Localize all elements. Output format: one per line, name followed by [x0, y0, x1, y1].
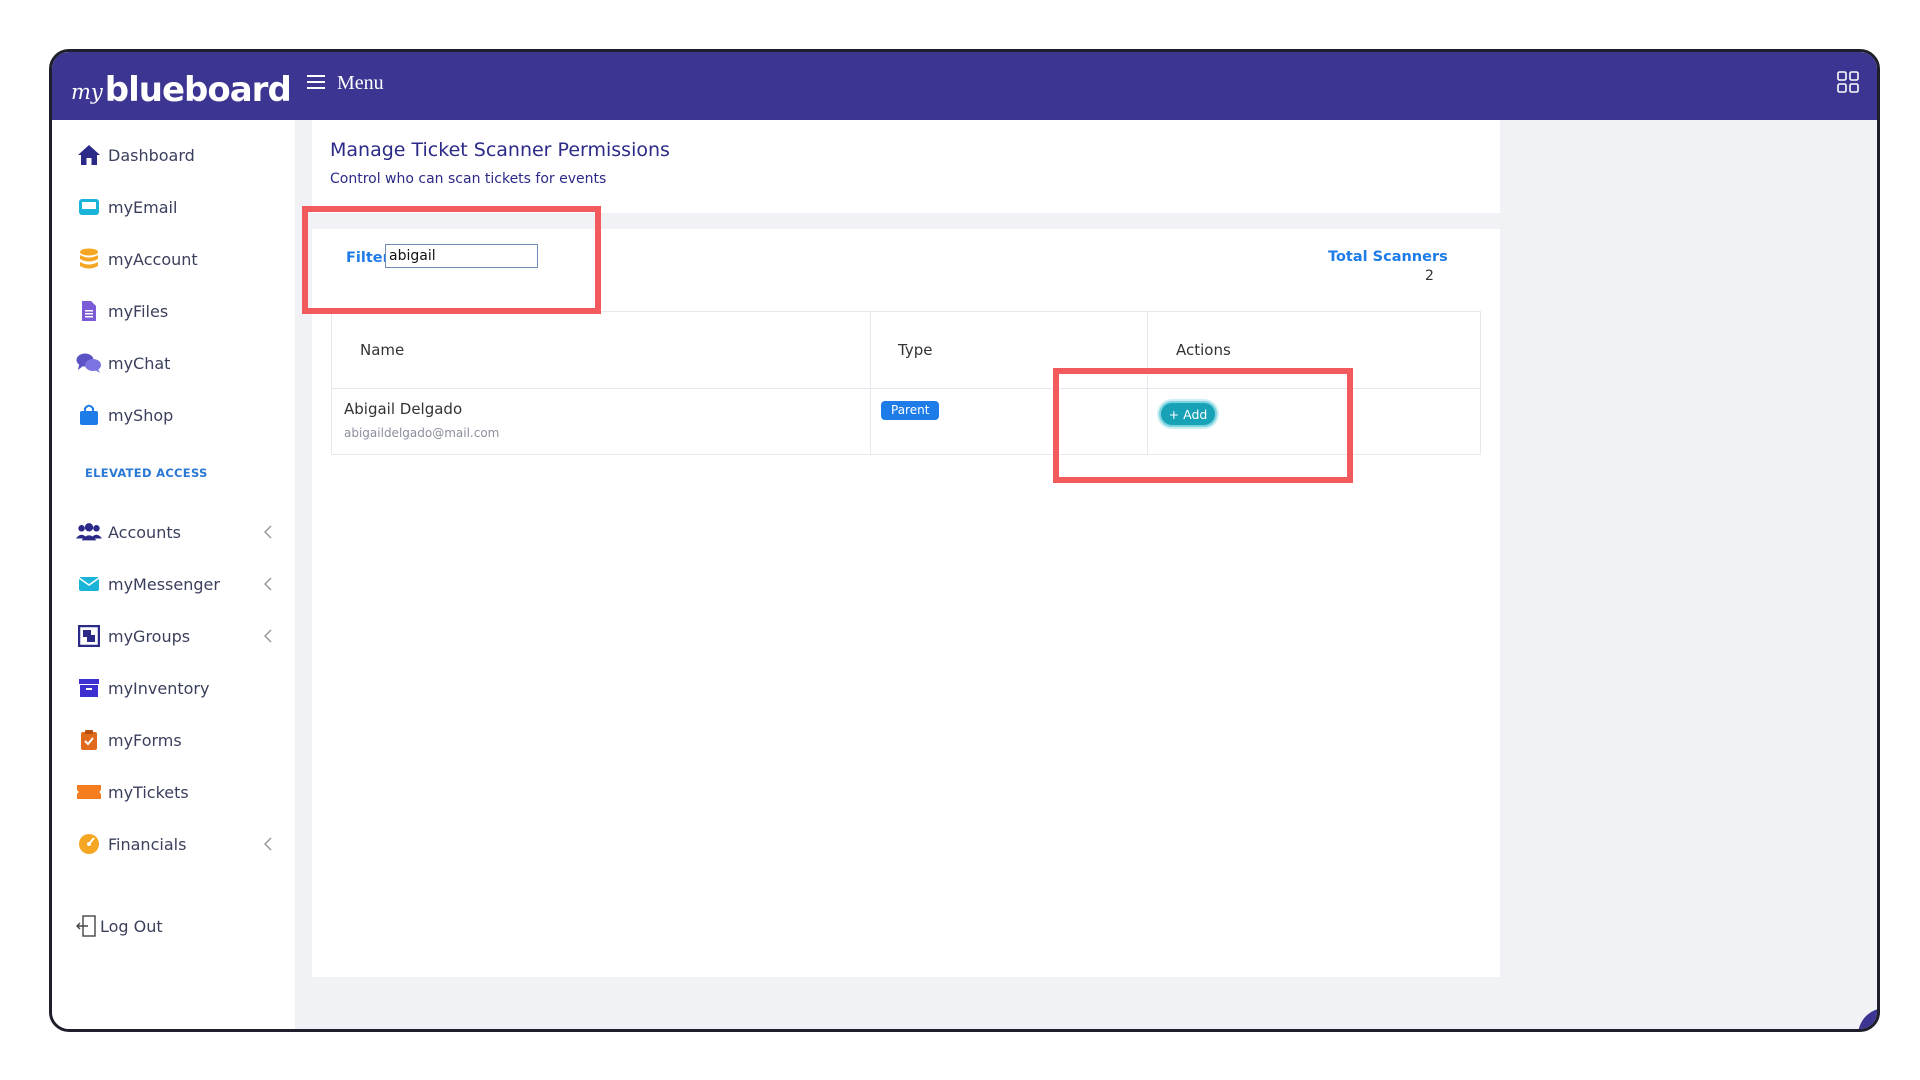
logout-label: Log Out: [100, 916, 163, 936]
groups-icon: [76, 624, 102, 648]
chevron-left-icon: [263, 628, 272, 647]
logout-icon: [76, 914, 98, 938]
total-scanners-label: Total Scanners: [1328, 249, 1448, 265]
menu-button[interactable]: Menu: [307, 72, 384, 95]
logout-button[interactable]: Log Out: [76, 911, 276, 941]
archive-icon: [76, 676, 102, 700]
inbox-icon: [76, 195, 102, 219]
sidebar-item-financials[interactable]: Financials: [76, 829, 276, 859]
page-header-panel: [312, 120, 1500, 213]
row-name: Abigail Delgado: [344, 400, 463, 418]
filter-label: Filter: [346, 250, 390, 266]
sidebar-item-label: myFiles: [108, 301, 169, 321]
sidebar-item-label: Accounts: [108, 522, 181, 542]
settings-fab[interactable]: [1858, 1008, 1881, 1033]
total-scanners-value: 2: [1425, 268, 1434, 284]
type-badge: Parent: [881, 401, 940, 420]
column-header-actions: Actions: [1176, 341, 1231, 359]
gauge-icon: [76, 832, 102, 856]
chat-icon: [76, 351, 102, 375]
sidebar-item-myaccount[interactable]: myAccount: [76, 244, 276, 274]
file-icon: [76, 299, 102, 323]
sidebar-item-mymessenger[interactable]: myMessenger: [76, 569, 276, 599]
sidebar-item-mygroups[interactable]: myGroups: [76, 621, 276, 651]
menu-label: Menu: [337, 72, 384, 94]
sidebar-item-myinventory[interactable]: myInventory: [76, 673, 276, 703]
shopping-bag-icon: [76, 403, 102, 427]
sidebar-item-label: myInventory: [108, 678, 210, 698]
sidebar-item-label: Financials: [108, 834, 187, 854]
chevron-left-icon: [263, 576, 272, 595]
sidebar-item-label: myChat: [108, 353, 171, 373]
sidebar-item-label: myAccount: [108, 249, 198, 269]
sidebar-item-label: myTickets: [108, 782, 189, 802]
ticket-icon: [76, 780, 102, 804]
clipboard-check-icon: [76, 728, 102, 752]
logo-my: my: [71, 80, 103, 104]
sidebar: Dashboard myEmail myAccount myFiles myCh: [52, 120, 295, 1029]
sidebar-item-label: myEmail: [108, 197, 178, 217]
scanner-table: Name Type Actions Abigail Delgado abigai…: [331, 311, 1481, 455]
page-subtitle: Control who can scan tickets for events: [330, 171, 607, 187]
row-email: abigaildelgado@mail.com: [344, 426, 500, 440]
logo-text: blueboard: [104, 70, 292, 110]
sidebar-item-label: myForms: [108, 730, 182, 750]
filter-input[interactable]: [385, 244, 538, 268]
sidebar-item-label: myGroups: [108, 626, 191, 646]
sidebar-item-mychat[interactable]: myChat: [76, 348, 276, 378]
envelope-icon: [76, 572, 102, 596]
column-divider: [870, 312, 871, 454]
sidebar-item-myemail[interactable]: myEmail: [76, 192, 276, 222]
apps-grid-icon[interactable]: [1837, 71, 1859, 97]
sidebar-item-label: myShop: [108, 405, 174, 425]
sidebar-item-dashboard[interactable]: Dashboard: [76, 140, 276, 170]
sidebar-item-myfiles[interactable]: myFiles: [76, 296, 276, 326]
header-divider: [332, 388, 1480, 389]
hamburger-icon: [307, 74, 325, 93]
users-icon: [76, 520, 102, 544]
sidebar-item-label: myMessenger: [108, 574, 220, 594]
column-divider: [1147, 312, 1148, 454]
page-title: Manage Ticket Scanner Permissions: [330, 139, 670, 161]
home-icon: [76, 143, 102, 167]
top-navbar: my blueboard Menu: [52, 52, 1877, 120]
sidebar-item-myshop[interactable]: myShop: [76, 400, 276, 430]
sidebar-item-mytickets[interactable]: myTickets: [76, 777, 276, 807]
chevron-left-icon: [263, 836, 272, 855]
column-header-type[interactable]: Type: [898, 341, 932, 359]
app-window: my blueboard Menu Dashboard myEmail myAc…: [49, 49, 1880, 1032]
column-header-name[interactable]: Name: [360, 341, 404, 359]
sidebar-item-label: Dashboard: [108, 145, 195, 165]
database-icon: [76, 247, 102, 271]
sidebar-item-myforms[interactable]: myForms: [76, 725, 276, 755]
section-label-elevated-access: ELEVATED ACCESS: [85, 466, 208, 480]
gear-icon: [1878, 1026, 1881, 1033]
add-scanner-button[interactable]: + Add: [1159, 401, 1217, 427]
chevron-left-icon: [263, 524, 272, 543]
sidebar-item-accounts[interactable]: Accounts: [76, 517, 276, 547]
logo[interactable]: my blueboard: [71, 62, 292, 110]
